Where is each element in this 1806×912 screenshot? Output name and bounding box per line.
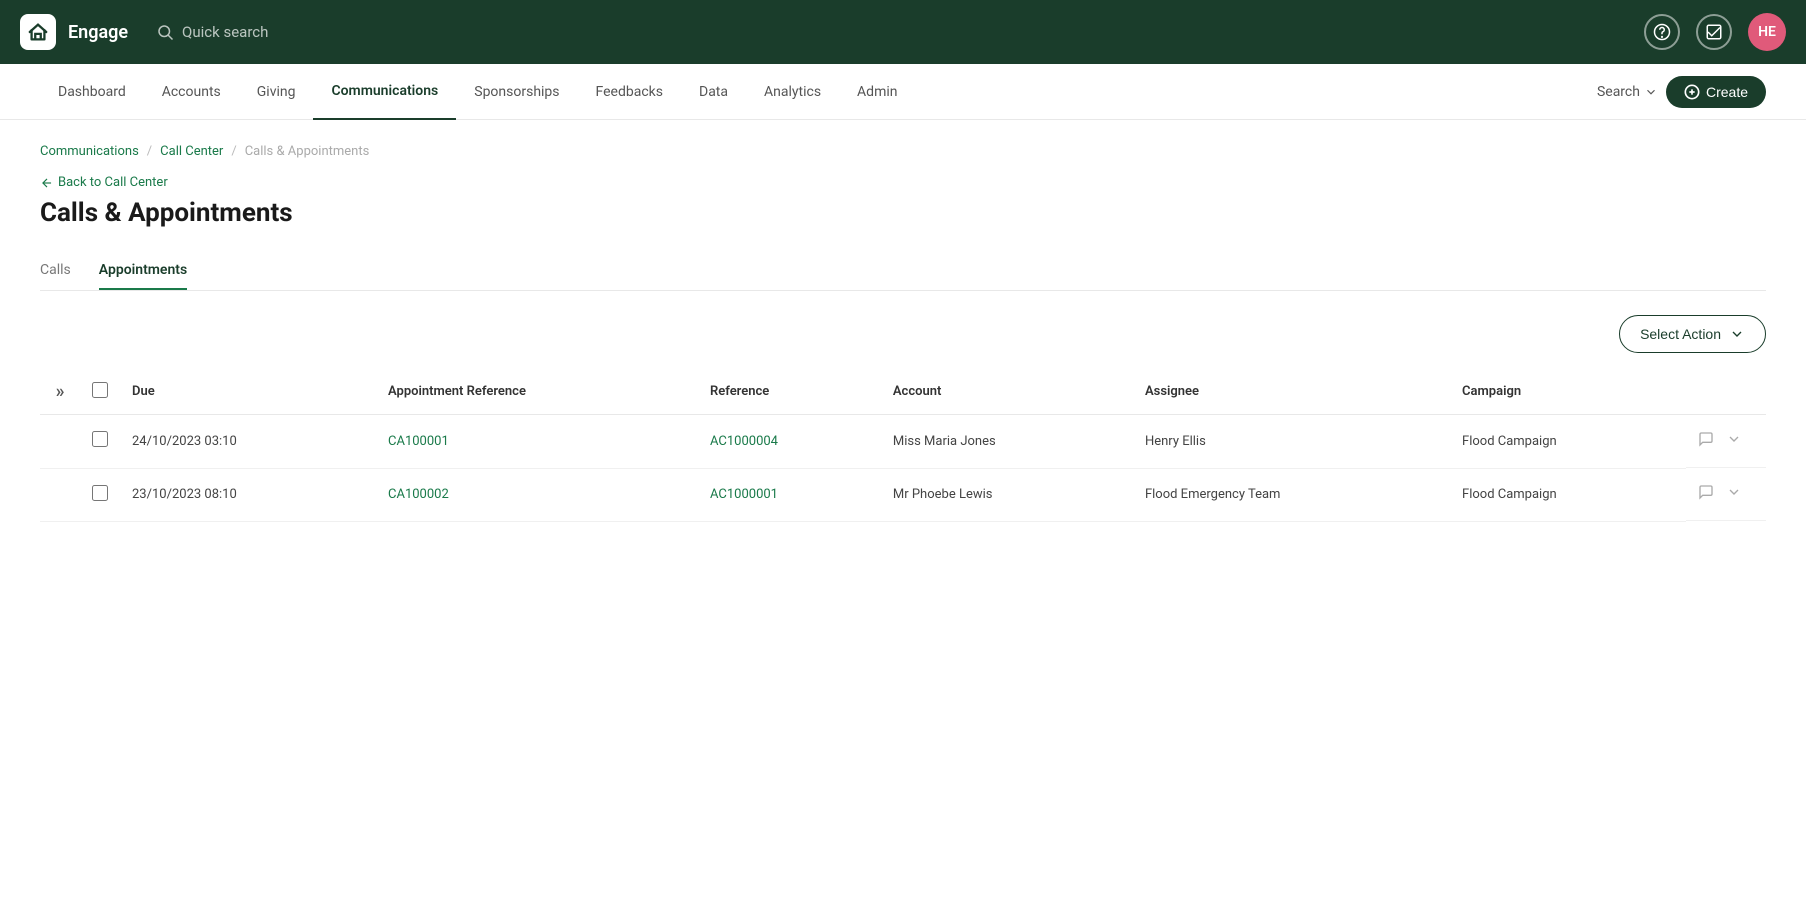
select-all-checkbox[interactable] (92, 382, 108, 398)
table-container: » Due Appointment Reference Reference Ac… (40, 369, 1766, 522)
page-content: Communications / Call Center / Calls & A… (0, 120, 1806, 912)
appointment-reference-header: Appointment Reference (376, 369, 698, 415)
nav-right-actions: Search Create (1597, 76, 1766, 108)
breadcrumb-communications[interactable]: Communications (40, 144, 139, 159)
checkmark-icon (1705, 23, 1723, 41)
arrow-left-icon (40, 176, 54, 190)
row2-select-checkbox[interactable] (92, 485, 108, 501)
table-row: 24/10/2023 03:10 CA100001 AC1000004 Miss… (40, 415, 1766, 469)
breadcrumb: Communications / Call Center / Calls & A… (40, 144, 1766, 159)
nav-giving[interactable]: Giving (239, 64, 314, 120)
table-row: 23/10/2023 08:10 CA100002 AC1000001 Mr P… (40, 468, 1766, 521)
page-title: Calls & Appointments (40, 198, 1766, 228)
row1-message-icon[interactable] (1698, 431, 1714, 451)
row1-expand (40, 415, 80, 469)
search-nav-label: Search (1597, 84, 1640, 100)
chevron-down-icon (1726, 484, 1742, 500)
nav-dashboard[interactable]: Dashboard (40, 64, 144, 120)
table-header-row: » Due Appointment Reference Reference Ac… (40, 369, 1766, 415)
row2-due: 23/10/2023 08:10 (120, 468, 376, 521)
row1-actions (1686, 415, 1766, 468)
expand-all-toggle[interactable]: » (52, 381, 68, 402)
create-button[interactable]: Create (1666, 76, 1766, 108)
breadcrumb-sep-1: / (147, 144, 152, 159)
back-link-label: Back to Call Center (58, 175, 168, 190)
row1-select-checkbox[interactable] (92, 431, 108, 447)
due-header: Due (120, 369, 376, 415)
top-bar-right: HE (1644, 13, 1786, 51)
message-icon (1698, 431, 1714, 447)
row1-checkbox (80, 415, 120, 469)
nav-accounts[interactable]: Accounts (144, 64, 239, 120)
row2-message-icon[interactable] (1698, 484, 1714, 504)
create-button-label: Create (1706, 84, 1748, 100)
row1-expand-icon[interactable] (1726, 431, 1742, 451)
nav-admin[interactable]: Admin (839, 64, 915, 120)
row1-appointment-reference[interactable]: CA100001 (376, 415, 698, 469)
row2-campaign: Flood Campaign (1450, 468, 1686, 521)
row1-assignee: Henry Ellis (1133, 415, 1450, 469)
row1-campaign: Flood Campaign (1450, 415, 1686, 469)
row2-appointment-reference[interactable]: CA100002 (376, 468, 698, 521)
tasks-button[interactable] (1696, 14, 1732, 50)
breadcrumb-sep-2: / (231, 144, 236, 159)
row2-checkbox (80, 468, 120, 521)
tabs: Calls Appointments (40, 252, 1766, 291)
row2-expand (40, 468, 80, 521)
breadcrumb-current: Calls & Appointments (245, 144, 370, 159)
tab-appointments[interactable]: Appointments (99, 252, 187, 290)
chevron-down-icon (1644, 85, 1658, 99)
quick-search-label: Quick search (182, 23, 268, 41)
nav-analytics[interactable]: Analytics (746, 64, 839, 120)
appointments-table: » Due Appointment Reference Reference Ac… (40, 369, 1766, 522)
account-header: Account (881, 369, 1133, 415)
search-icon (156, 23, 174, 41)
campaign-header: Campaign (1450, 369, 1686, 415)
top-bar: Engage Quick search HE (0, 0, 1806, 64)
breadcrumb-call-center[interactable]: Call Center (160, 144, 223, 159)
row2-actions (1686, 468, 1766, 521)
tab-calls[interactable]: Calls (40, 252, 71, 290)
row2-account: Mr Phoebe Lewis (881, 468, 1133, 521)
row2-assignee: Flood Emergency Team (1133, 468, 1450, 521)
nav-communications[interactable]: Communications (313, 64, 456, 120)
search-nav-button[interactable]: Search (1597, 84, 1658, 100)
action-bar: Select Action (40, 315, 1766, 353)
select-action-label: Select Action (1640, 326, 1721, 342)
row-actions-header (1686, 369, 1766, 415)
app-logo[interactable] (20, 14, 56, 50)
nav-sponsorships[interactable]: Sponsorships (456, 64, 577, 120)
nav-data[interactable]: Data (681, 64, 746, 120)
chevron-down-icon (1729, 326, 1745, 342)
row1-account: Miss Maria Jones (881, 415, 1133, 469)
message-icon (1698, 484, 1714, 500)
row2-reference[interactable]: AC1000001 (698, 468, 881, 521)
help-button[interactable] (1644, 14, 1680, 50)
row2-expand-icon[interactable] (1726, 484, 1742, 504)
checkbox-header (80, 369, 120, 415)
assignee-header: Assignee (1133, 369, 1450, 415)
expand-header: » (40, 369, 80, 415)
chevron-down-icon (1726, 431, 1742, 447)
row1-reference[interactable]: AC1000004 (698, 415, 881, 469)
row1-due: 24/10/2023 03:10 (120, 415, 376, 469)
avatar[interactable]: HE (1748, 13, 1786, 51)
plus-icon (1684, 84, 1700, 100)
back-link[interactable]: Back to Call Center (40, 175, 1766, 190)
quick-search-trigger[interactable]: Quick search (156, 23, 268, 41)
app-title: Engage (68, 22, 128, 43)
select-action-button[interactable]: Select Action (1619, 315, 1766, 353)
nav-feedbacks[interactable]: Feedbacks (578, 64, 681, 120)
reference-header: Reference (698, 369, 881, 415)
secondary-nav: Dashboard Accounts Giving Communications… (0, 64, 1806, 120)
question-mark-icon (1653, 23, 1671, 41)
